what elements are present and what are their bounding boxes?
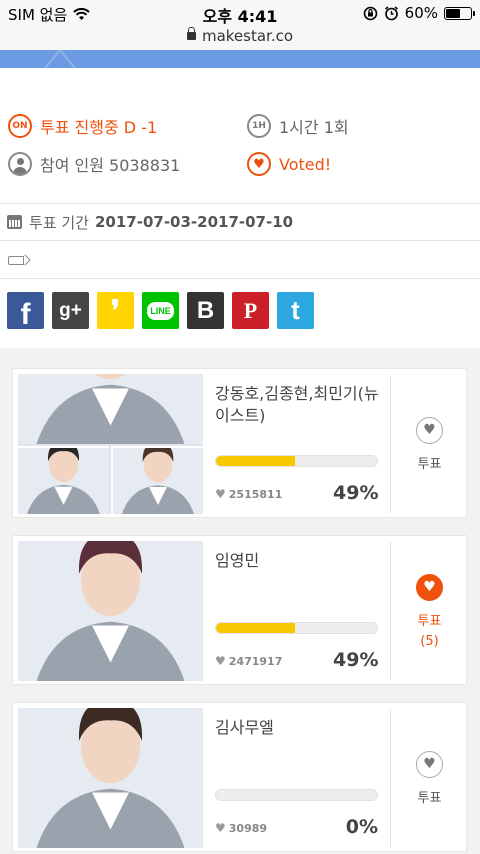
facebook-icon: f xyxy=(20,297,31,331)
twitter-icon: t xyxy=(291,295,300,325)
voted-text: Voted! xyxy=(279,154,332,174)
share-band-button[interactable]: B xyxy=(187,292,224,329)
vote-frequency-text: 1시간 1회 xyxy=(279,118,349,137)
candidate-photo xyxy=(18,374,203,514)
pinterest-icon: P xyxy=(243,297,258,323)
vote-percent: 49% xyxy=(333,482,379,504)
person-icon xyxy=(8,152,32,176)
vote-progress-bar xyxy=(215,622,378,634)
vote-count: ♥ 2515811 xyxy=(215,487,282,501)
status-right: 60% xyxy=(363,4,475,22)
candidate-card[interactable]: 김사무엘 ♥ 30989 0% ♥ 투표 xyxy=(12,702,467,852)
tag-row xyxy=(0,241,480,279)
candidate-name: 임영민 xyxy=(215,551,260,570)
vote-label: 투표 xyxy=(417,613,442,629)
vote-heart-icon: ♥ xyxy=(416,750,443,778)
header-banner xyxy=(0,50,480,68)
vote-label: 투표 xyxy=(417,790,442,806)
tag-icon xyxy=(8,256,24,265)
period-label: 투표 기간 xyxy=(29,213,89,232)
vote-button[interactable]: ♥ 투표 xyxy=(391,369,468,519)
url-text: makestar.co xyxy=(201,27,294,45)
on-badge-icon: ON xyxy=(8,114,32,138)
heart-icon: ♥ xyxy=(215,654,226,668)
voted-status: ♥ Voted! xyxy=(247,152,331,176)
vote-count-text: 2471917 xyxy=(228,654,283,668)
share-pinterest-button[interactable]: P xyxy=(232,292,269,329)
participants: 참여 인원 5038831 xyxy=(8,152,180,176)
heart-icon: ♥ xyxy=(215,821,226,835)
heart-icon: ♥ xyxy=(215,487,226,501)
share-buttons: f g+ ❜ LINE B Pt xyxy=(7,292,314,331)
vote-count-text: 30989 xyxy=(228,821,268,835)
vote-progress-bar xyxy=(215,789,378,801)
banner-decoration xyxy=(44,50,76,68)
candidate-card[interactable]: 임영민 ♥ 2471917 49% ♥ 투표 (5) xyxy=(12,535,467,685)
share-line-button[interactable]: LINE xyxy=(142,292,179,329)
share-twitter-button[interactable]: t xyxy=(277,292,314,329)
vote-status-text: 투표 진행중 D -1 xyxy=(40,118,158,137)
share-facebook-button[interactable]: f xyxy=(7,292,44,331)
candidate-name: 김사무엘 xyxy=(215,718,274,737)
vote-label: 투표 xyxy=(417,456,442,472)
vote-period: 투표 기간 2017-07-03-2017-07-10 xyxy=(0,204,480,241)
vote-progress-fill xyxy=(216,456,295,466)
lock-icon xyxy=(186,27,196,40)
hour-badge-icon: 1H xyxy=(247,114,271,138)
battery-icon xyxy=(444,6,475,20)
battery-percent: 60% xyxy=(404,4,438,22)
status-bar: SIM 없음 오후 4:41 60% xyxy=(0,0,480,26)
rotation-lock-icon xyxy=(363,6,377,20)
vote-button[interactable]: ♥ 투표 xyxy=(391,703,468,853)
my-vote-count: (5) xyxy=(420,633,439,649)
vote-percent: 49% xyxy=(333,649,379,671)
vote-heart-icon: ♥ xyxy=(416,573,443,601)
band-icon: B xyxy=(196,296,215,324)
candidate-name: 강동호,김종현,최민기(뉴이스트) xyxy=(215,384,379,425)
google-plus-icon: g+ xyxy=(59,299,82,321)
vote-heart-icon: ♥ xyxy=(416,416,443,444)
vote-info: ON 투표 진행중 D -1 1H 1시간 1회 참여 인원 5038831 ♥… xyxy=(0,68,480,204)
calendar-icon xyxy=(7,215,22,229)
participants-text: 참여 인원 5038831 xyxy=(40,156,181,175)
line-icon: LINE xyxy=(147,301,174,320)
candidate-list: 강동호,김종현,최민기(뉴이스트) ♥ 2515811 49% ♥ 투표 임영민 ♥ 24719… xyxy=(0,348,480,854)
heart-icon: ♥ xyxy=(247,152,271,176)
share-kakaostory-button[interactable]: ❜ xyxy=(97,292,134,329)
kakaostory-icon: ❜ xyxy=(110,295,121,326)
vote-progress-bar xyxy=(215,455,378,467)
alarm-icon xyxy=(384,5,398,20)
vote-count: ♥ 30989 xyxy=(215,821,267,835)
period-dates: 2017-07-03-2017-07-10 xyxy=(94,213,294,231)
candidate-photo xyxy=(18,708,203,848)
vote-status: ON 투표 진행중 D -1 xyxy=(8,114,157,138)
address-bar[interactable]: makestar.co xyxy=(0,26,480,50)
vote-frequency: 1H 1시간 1회 xyxy=(247,114,349,138)
vote-count: ♥ 2471917 xyxy=(215,654,282,668)
vote-count-text: 2515811 xyxy=(228,487,283,501)
candidate-card[interactable]: 강동호,김종현,최민기(뉴이스트) ♥ 2515811 49% ♥ 투표 xyxy=(12,368,467,518)
vote-percent: 0% xyxy=(345,816,378,838)
vote-button[interactable]: ♥ 투표 (5) xyxy=(391,536,468,686)
vote-progress-fill xyxy=(216,623,295,633)
share-google-plus-button[interactable]: g+ xyxy=(52,292,89,329)
candidate-photo xyxy=(18,541,203,681)
